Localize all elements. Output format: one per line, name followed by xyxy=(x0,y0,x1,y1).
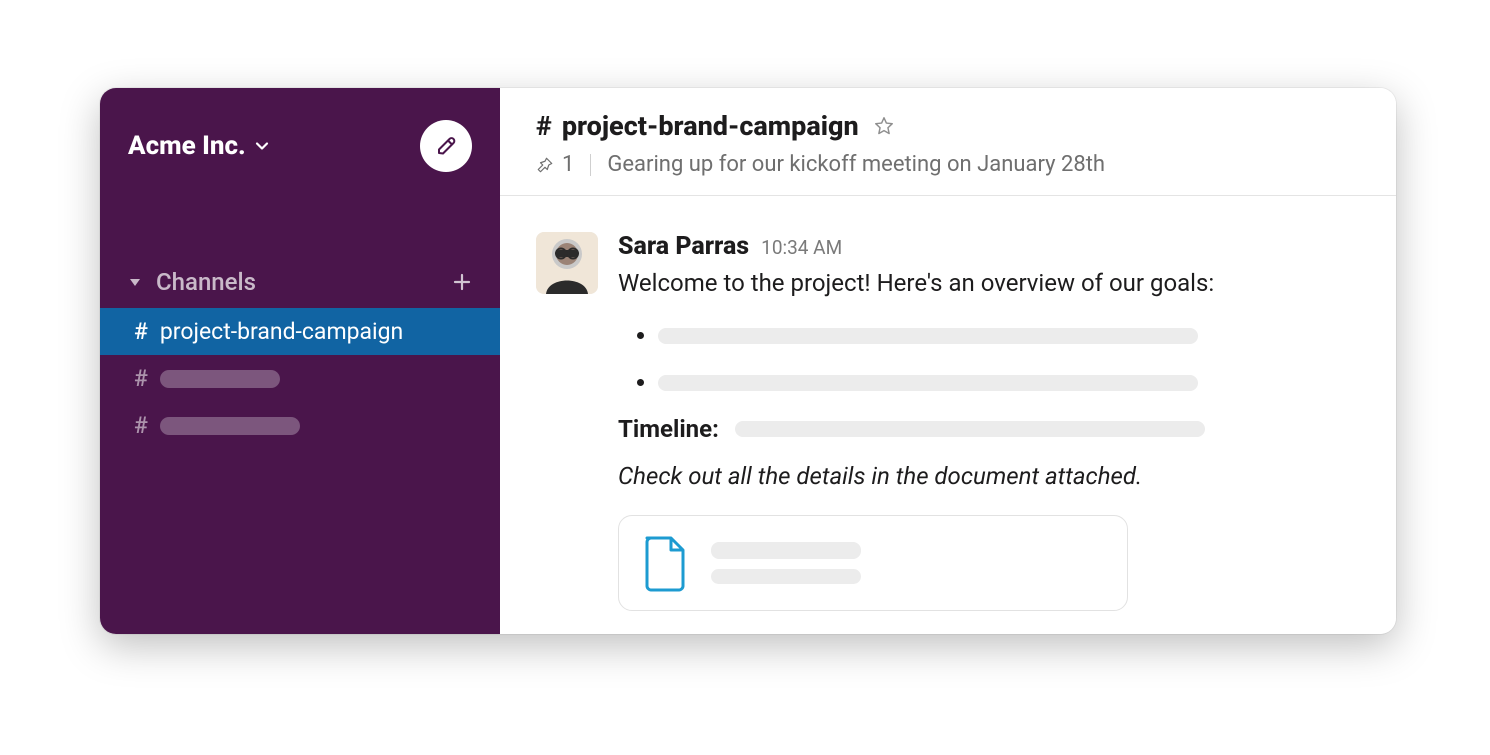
channels-section-header: Channels xyxy=(100,268,500,296)
channels-label: Channels xyxy=(156,268,256,296)
channel-title[interactable]: # project-brand-campaign xyxy=(536,110,859,142)
document-icon xyxy=(641,534,689,592)
plus-icon xyxy=(452,272,472,292)
chevron-down-icon xyxy=(254,138,270,154)
message-intro: Welcome to the project! Here's an overvi… xyxy=(618,265,1360,302)
message-footer: Check out all the details in the documen… xyxy=(618,458,1360,495)
channel-sub-row: 1 Gearing up for our kickoff meeting on … xyxy=(536,152,1360,177)
message-body: Sara Parras 10:34 AM Welcome to the proj… xyxy=(618,232,1360,611)
message-text: Welcome to the project! Here's an overvi… xyxy=(618,265,1360,495)
sidebar: Acme Inc. Channels xyxy=(100,88,500,634)
pin-icon xyxy=(536,156,554,174)
channel-name-placeholder xyxy=(160,417,300,435)
file-meta xyxy=(711,542,861,584)
text-placeholder xyxy=(658,375,1198,391)
channel-item-project-brand-campaign[interactable]: # project-brand-campaign xyxy=(100,308,500,355)
caret-down-icon xyxy=(128,275,142,289)
compose-icon xyxy=(434,134,458,158)
text-placeholder xyxy=(658,328,1198,344)
timeline-label: Timeline: xyxy=(618,411,719,448)
hash-icon: # xyxy=(536,110,552,142)
channels-toggle[interactable]: Channels xyxy=(128,268,256,296)
avatar[interactable] xyxy=(536,232,598,294)
text-placeholder xyxy=(735,421,1205,437)
timeline-row: Timeline: xyxy=(618,411,1360,448)
workspace-name: Acme Inc. xyxy=(128,131,246,161)
app-window: Acme Inc. Channels xyxy=(100,88,1396,634)
channel-header: # project-brand-campaign 1 Gearing xyxy=(500,88,1396,196)
pinned-count: 1 xyxy=(562,152,574,177)
message-header: Sara Parras 10:34 AM xyxy=(618,232,1360,261)
star-button[interactable] xyxy=(873,115,895,137)
channel-name: project-brand-campaign xyxy=(160,318,403,345)
channel-item-placeholder[interactable]: # xyxy=(100,402,500,449)
divider xyxy=(590,154,591,176)
channel-title-row: # project-brand-campaign xyxy=(536,110,1360,142)
hash-icon: # xyxy=(134,318,148,345)
message-list: Sara Parras 10:34 AM Welcome to the proj… xyxy=(500,196,1396,611)
add-channel-button[interactable] xyxy=(452,272,472,292)
hash-icon: # xyxy=(134,412,148,439)
avatar-image xyxy=(536,232,598,294)
star-icon xyxy=(873,115,895,137)
channel-topic[interactable]: Gearing up for our kickoff meeting on Ja… xyxy=(607,152,1105,177)
list-item xyxy=(658,316,1360,353)
message-timestamp[interactable]: 10:34 AM xyxy=(761,236,842,259)
compose-button[interactable] xyxy=(420,120,472,172)
workspace-switcher[interactable]: Acme Inc. xyxy=(128,131,270,161)
message-author[interactable]: Sara Parras xyxy=(618,232,749,261)
hash-icon: # xyxy=(134,365,148,392)
file-attachment[interactable] xyxy=(618,515,1128,611)
channel-title-text: project-brand-campaign xyxy=(562,110,859,142)
file-name-placeholder xyxy=(711,542,861,559)
channel-item-placeholder[interactable]: # xyxy=(100,355,500,402)
list-item xyxy=(658,363,1360,400)
file-info-placeholder xyxy=(711,569,861,584)
channel-name-placeholder xyxy=(160,370,280,388)
main-panel: # project-brand-campaign 1 Gearing xyxy=(500,88,1396,634)
pinned-items[interactable]: 1 xyxy=(536,152,574,177)
workspace-header: Acme Inc. xyxy=(100,120,500,172)
message: Sara Parras 10:34 AM Welcome to the proj… xyxy=(536,232,1360,611)
goals-list xyxy=(618,316,1360,400)
